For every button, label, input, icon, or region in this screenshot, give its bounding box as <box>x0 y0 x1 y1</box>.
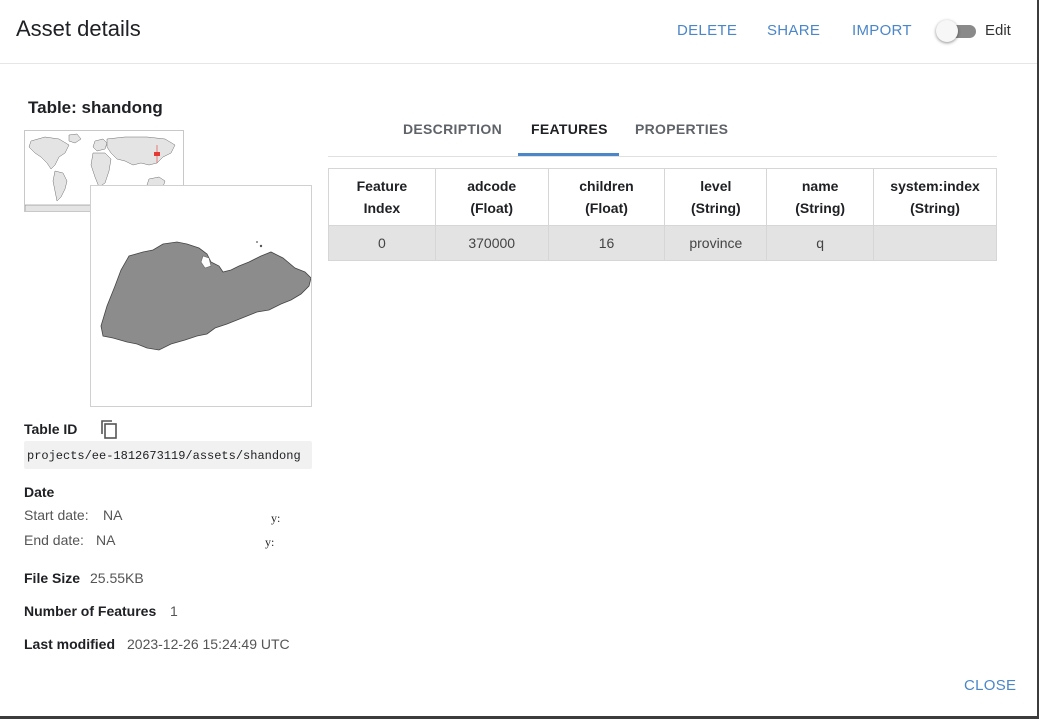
table-header-row: Feature Index adcode (Float) children (Floa… <box>328 168 997 226</box>
dialog-header: Asset details DELETE SHARE IMPORT Edit <box>0 0 1037 64</box>
table-cell: 0 <box>328 225 436 261</box>
features-table: Feature Index adcode (Float) children (Floa… <box>328 168 997 261</box>
start-date-value: NA <box>103 507 123 523</box>
file-size-label: File Size <box>24 570 81 586</box>
column-header: Feature Index <box>328 168 436 226</box>
file-size-value: 25.55KB <box>90 570 144 586</box>
table-id-value: projects/ee-1812673119/assets/shandong <box>24 441 312 469</box>
tab-properties[interactable]: PROPERTIES <box>635 121 728 137</box>
edit-toggle-knob <box>936 20 958 42</box>
copy-icon[interactable] <box>98 418 120 440</box>
table-id-label: Table ID <box>24 421 78 437</box>
delete-button[interactable]: DELETE <box>677 22 737 39</box>
column-header: level (String) <box>664 168 768 226</box>
start-date-label: Start date: <box>24 507 89 523</box>
column-header: children (Float) <box>547 168 666 226</box>
tab-features[interactable]: FEATURES <box>531 121 608 137</box>
end-date-label: End date: <box>24 532 84 548</box>
end-date-extra: y: <box>265 535 275 549</box>
asset-details-dialog: Asset details DELETE SHARE IMPORT Edit T… <box>0 0 1039 719</box>
edit-label: Edit <box>985 22 1011 39</box>
region-shape-graphic <box>100 241 311 351</box>
table-cell: province <box>664 225 768 261</box>
asset-title: Table: shandong <box>28 98 163 117</box>
date-label: Date <box>24 484 55 500</box>
edit-toggle[interactable] <box>936 20 978 42</box>
tab-description[interactable]: DESCRIPTION <box>403 121 502 137</box>
table-cell: 16 <box>547 225 666 261</box>
dialog-title: Asset details <box>16 16 141 41</box>
asset-tabs: DESCRIPTION FEATURES PROPERTIES <box>328 112 997 157</box>
last-modified-label: Last modified <box>24 636 116 652</box>
num-features-value: 1 <box>170 603 178 619</box>
column-header: name (String) <box>766 168 875 226</box>
last-modified-value: 2023-12-26 15:24:49 UTC <box>127 636 290 652</box>
share-button[interactable]: SHARE <box>767 22 820 39</box>
table-cell: q <box>766 225 875 261</box>
table-row[interactable]: 0 370000 16 province q <box>328 225 997 261</box>
import-button[interactable]: IMPORT <box>852 22 912 39</box>
start-date-extra: y: <box>271 511 281 525</box>
column-header: adcode (Float) <box>434 168 549 226</box>
table-cell: 370000 <box>434 225 549 261</box>
table-cell <box>873 225 997 261</box>
end-date-value: NA <box>96 532 116 548</box>
region-preview-map <box>90 185 312 407</box>
active-tab-indicator <box>518 153 619 156</box>
column-header: system:index (String) <box>873 168 997 226</box>
copy-glyph <box>101 420 117 439</box>
close-button[interactable]: CLOSE <box>964 677 1016 694</box>
num-features-label: Number of Features <box>24 603 157 619</box>
